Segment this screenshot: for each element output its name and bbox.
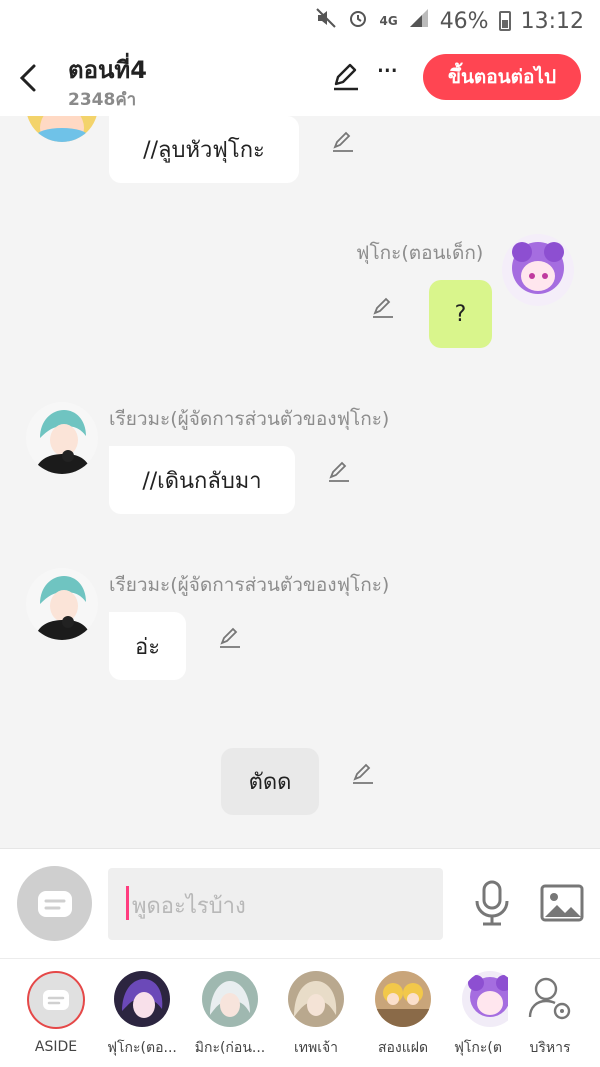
- character-avatar: [462, 971, 508, 1027]
- message-bubble[interactable]: อ่ะ: [109, 612, 186, 680]
- text-caret: [126, 886, 129, 920]
- message-text: ?: [454, 301, 467, 327]
- edit-message-icon[interactable]: [326, 458, 352, 484]
- character-label: บริหาร: [529, 1040, 571, 1056]
- message-text: //เดินกลับมา: [142, 468, 262, 494]
- character-bar: ASIDE ฟุโกะ(ตอ... มิกะ(ก่อน... เทพเจ้า ส…: [0, 958, 600, 1067]
- back-icon[interactable]: [14, 58, 42, 98]
- message-bubble[interactable]: ?: [429, 280, 492, 348]
- sender-name: ฟุโกะ(ตอนเด็ก): [356, 242, 484, 264]
- character-label: สองแฝด: [377, 1040, 429, 1056]
- character-avatar: [375, 971, 431, 1027]
- battery-percent: 46%: [439, 8, 489, 34]
- battery-icon: [498, 11, 511, 31]
- microphone-icon[interactable]: [472, 879, 512, 927]
- edit-message-icon[interactable]: [217, 624, 243, 650]
- manage-characters-button[interactable]: บริหาร: [510, 971, 590, 1059]
- character-label: มิกะ(ก่อน...: [194, 1040, 266, 1056]
- chapter-header: ตอนที่4 2348คำ ··· ขึ้นตอนต่อไป: [0, 42, 600, 116]
- next-chapter-button[interactable]: ขึ้นตอนต่อไป: [423, 54, 581, 100]
- chat-area[interactable]: //ลูบหัวฟุโกะ ฟุโกะ(ตอนเด็ก) ? เรียวมะ(ผ…: [0, 116, 600, 848]
- character-item[interactable]: มิกะ(ก่อน...: [190, 971, 270, 1059]
- aside-bubble[interactable]: ตัดด: [221, 748, 319, 815]
- character-avatar[interactable]: [26, 116, 98, 142]
- chat-bubble-icon: [43, 990, 69, 1010]
- character-label: เทพเจ้า: [293, 1040, 339, 1056]
- message-input[interactable]: พูดอะไรบ้าง: [108, 868, 443, 940]
- sender-name: เรียวมะ(ผู้จัดการส่วนตัวของฟุโกะ): [109, 574, 390, 596]
- network-type: 4G: [379, 14, 398, 28]
- character-item[interactable]: เทพเจ้า: [276, 971, 356, 1059]
- message-text: //ลูบหัวฟุโกะ: [143, 138, 265, 163]
- character-avatar[interactable]: [502, 234, 574, 306]
- character-aside[interactable]: ASIDE: [16, 971, 96, 1055]
- character-item[interactable]: ฟุโกะ(ตอ...: [102, 971, 182, 1059]
- clock: 13:12: [520, 8, 584, 34]
- composer-bar: พูดอะไรบ้าง: [0, 848, 600, 958]
- alarm-icon: [347, 7, 369, 35]
- message-bubble[interactable]: //เดินกลับมา: [109, 446, 295, 514]
- chat-bubble-icon: [37, 890, 72, 917]
- character-item[interactable]: ฟุโกะ(ต: [448, 971, 508, 1059]
- word-count: 2348คำ: [68, 90, 137, 110]
- edit-message-icon[interactable]: [350, 760, 376, 786]
- message-bubble[interactable]: //ลูบหัวฟุโกะ: [109, 116, 299, 183]
- character-label: ASIDE: [34, 1039, 78, 1055]
- edit-message-icon[interactable]: [370, 294, 396, 320]
- signal-icon: [408, 7, 430, 35]
- message-input-placeholder: พูดอะไรบ้าง: [132, 894, 246, 919]
- chapter-title: ตอนที่4: [68, 56, 147, 84]
- sender-name: เรียวมะ(ผู้จัดการส่วนตัวของฟุโกะ): [109, 408, 390, 430]
- status-bar: 4G 46% 13:12: [0, 0, 600, 42]
- character-avatar[interactable]: [26, 402, 98, 474]
- character-item[interactable]: สองแฝด: [363, 971, 443, 1059]
- image-icon[interactable]: [540, 883, 584, 923]
- character-label: ฟุโกะ(ตอ...: [107, 1040, 177, 1056]
- character-avatar[interactable]: [26, 568, 98, 640]
- character-avatar: [202, 971, 258, 1027]
- aside-avatar: [27, 971, 85, 1029]
- character-avatar: [288, 971, 344, 1027]
- character-avatar: [114, 971, 170, 1027]
- person-settings-icon: [522, 971, 578, 1027]
- message-text: อ่ะ: [134, 634, 161, 660]
- edit-message-icon[interactable]: [330, 128, 356, 154]
- mute-icon: [315, 7, 337, 35]
- character-label: ฟุโกะ(ต: [454, 1040, 502, 1056]
- aside-toggle-button[interactable]: [17, 866, 92, 941]
- more-options-icon[interactable]: ···: [376, 54, 399, 87]
- edit-icon[interactable]: [330, 60, 362, 92]
- message-text: ตัดด: [248, 770, 292, 795]
